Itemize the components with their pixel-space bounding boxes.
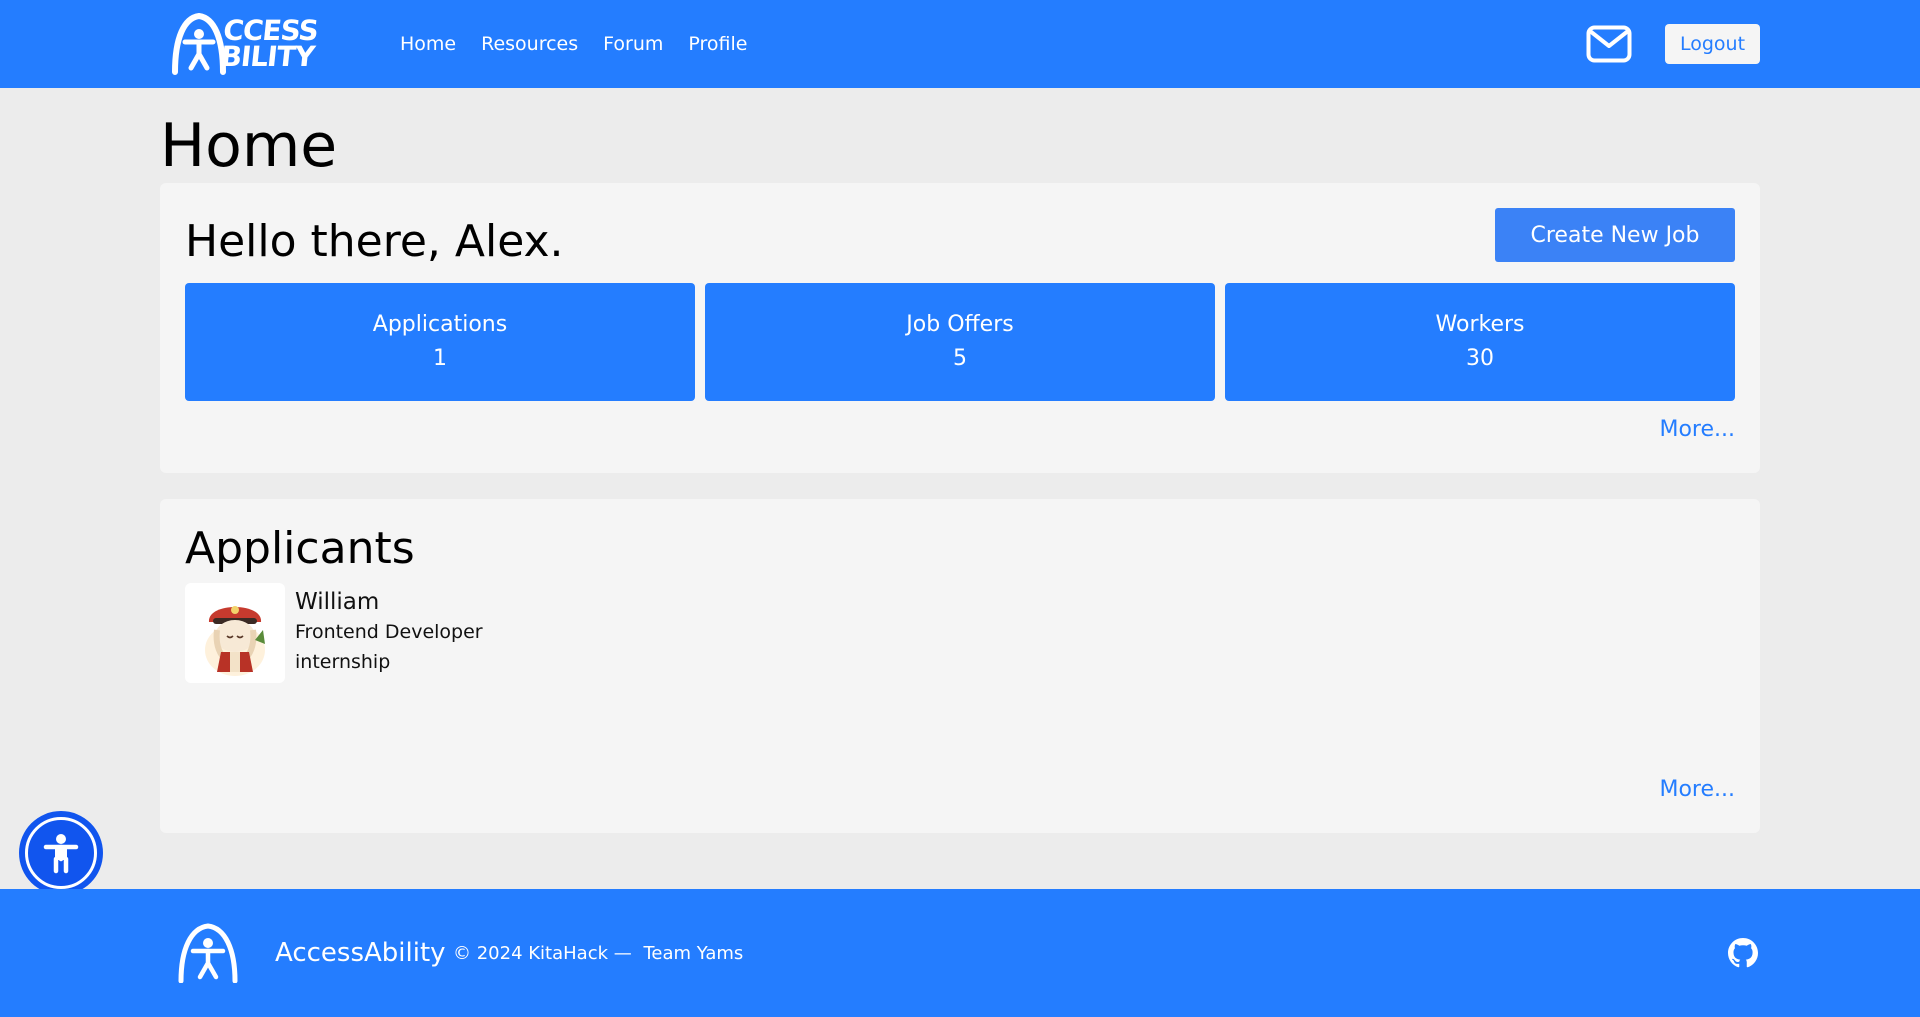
main-nav: Home Resources Forum Profile <box>400 0 747 88</box>
stat-applications[interactable]: Applications 1 <box>185 283 695 401</box>
top-navbar: CCESS BILITY Home Resources Forum Profil… <box>0 0 1920 88</box>
logo-line-2: BILITY <box>218 40 316 73</box>
stats-more-link[interactable]: More... <box>1659 417 1735 442</box>
applicants-heading: Applicants <box>185 523 415 574</box>
welcome-card: Hello there, Alex. Create New Job Applic… <box>160 183 1760 473</box>
applicant-name: William <box>295 589 380 615</box>
nav-profile[interactable]: Profile <box>688 33 747 55</box>
stat-label: Applications <box>372 312 508 337</box>
nav-resources[interactable]: Resources <box>481 33 578 55</box>
logo-wordmark: CCESS BILITY <box>218 14 320 73</box>
create-new-job-button[interactable]: Create New Job <box>1495 208 1735 262</box>
applicants-card: Applicants William Frontend Developer in… <box>160 499 1760 833</box>
page-title: Home <box>160 111 338 181</box>
applicant-info: William Frontend Developer internship <box>295 583 495 683</box>
stat-value: 1 <box>433 346 447 371</box>
logout-button[interactable]: Logout <box>1665 24 1760 64</box>
accessibility-icon <box>25 817 97 889</box>
applicant-item[interactable]: William Frontend Developer internship <box>185 583 495 683</box>
footer-logo-icon <box>175 923 241 987</box>
github-icon[interactable] <box>1728 938 1758 972</box>
stat-workers[interactable]: Workers 30 <box>1225 283 1735 401</box>
footer-brand-name: AccessAbility <box>275 938 446 968</box>
applicant-job-title: Frontend Developer internship <box>295 621 483 673</box>
applicant-avatar-illustration <box>205 606 265 676</box>
stat-value: 5 <box>953 346 967 371</box>
applicants-more-link[interactable]: More... <box>1659 777 1735 802</box>
accessibility-button[interactable] <box>19 811 103 895</box>
stat-label: Workers <box>1435 312 1525 337</box>
stat-job-offers[interactable]: Job Offers 5 <box>705 283 1215 401</box>
accessability-logo[interactable]: CCESS BILITY <box>170 10 346 78</box>
stats-row: Applications 1 Job Offers 5 Workers 30 <box>185 283 1735 401</box>
stat-label: Job Offers <box>906 312 1014 337</box>
greeting-heading: Hello there, Alex. <box>185 216 564 267</box>
nav-forum[interactable]: Forum <box>603 33 663 55</box>
copyright-text: © 2024 KitaHack — <box>453 943 632 964</box>
avatar <box>185 583 285 683</box>
team-name: Team Yams <box>643 943 744 964</box>
footer: AccessAbility © 2024 KitaHack — Team Yam… <box>0 889 1920 1017</box>
stat-value: 30 <box>1466 346 1494 371</box>
nav-home[interactable]: Home <box>400 33 456 55</box>
footer-copyright: © 2024 KitaHack — Team Yams <box>453 942 749 966</box>
mail-icon[interactable] <box>1586 25 1632 63</box>
